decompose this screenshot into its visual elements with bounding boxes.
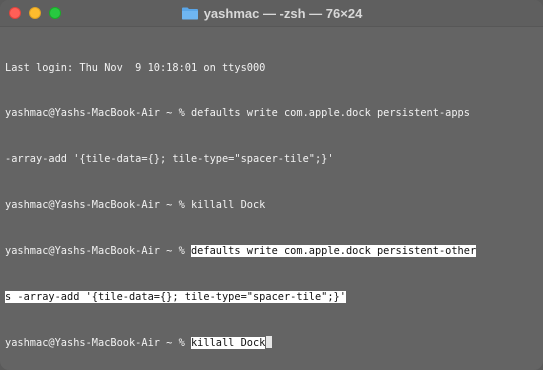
- highlighted-command-text: s -array-add '{tile-data={}; tile-type="…: [5, 291, 346, 304]
- highlighted-command-text: defaults write com.apple.dock persistent…: [190, 245, 477, 258]
- command-line-1: yashmac@Yashs-MacBook-Air ~ % defaults w…: [5, 106, 538, 121]
- command-line-1-continued: -array-add '{tile-data={}; tile-type="sp…: [5, 152, 538, 167]
- window-title: yashmac — -zsh — 76×24: [203, 5, 363, 21]
- command-line-3: yashmac@Yashs-MacBook-Air ~ % defaults w…: [5, 244, 538, 259]
- prompt: yashmac@Yashs-MacBook-Air ~ %: [5, 336, 191, 349]
- last-login-line: Last login: Thu Nov 9 10:18:01 on ttys00…: [5, 61, 538, 76]
- terminal-output[interactable]: Last login: Thu Nov 9 10:18:01 on ttys00…: [5, 30, 538, 370]
- window-title-group: yashmac — -zsh — 76×24: [0, 0, 543, 26]
- prompt: yashmac@Yashs-MacBook-Air ~ %: [5, 107, 191, 120]
- text-cursor: [266, 335, 273, 348]
- command-line-2: yashmac@Yashs-MacBook-Air ~ % killall Do…: [5, 198, 538, 213]
- prompt: yashmac@Yashs-MacBook-Air ~ %: [5, 245, 191, 258]
- command-line-4: yashmac@Yashs-MacBook-Air ~ % killall Do…: [5, 335, 538, 351]
- command-text: defaults write com.apple.dock persistent…: [190, 107, 470, 120]
- command-text: killall Dock: [190, 199, 266, 212]
- last-login-text: Last login: Thu Nov 9 10:18:01 on ttys00…: [5, 61, 266, 74]
- highlighted-command-text: killall Dock: [190, 336, 266, 349]
- title-bar: yashmac — -zsh — 76×24: [0, 0, 543, 27]
- command-line-3-continued: s -array-add '{tile-data={}; tile-type="…: [5, 290, 538, 305]
- prompt: yashmac@Yashs-MacBook-Air ~ %: [5, 199, 191, 212]
- folder-icon: [181, 7, 198, 20]
- terminal-window: yashmac — -zsh — 76×24 Last login: Thu N…: [0, 0, 543, 370]
- command-text: -array-add '{tile-data={}; tile-type="sp…: [5, 153, 334, 166]
